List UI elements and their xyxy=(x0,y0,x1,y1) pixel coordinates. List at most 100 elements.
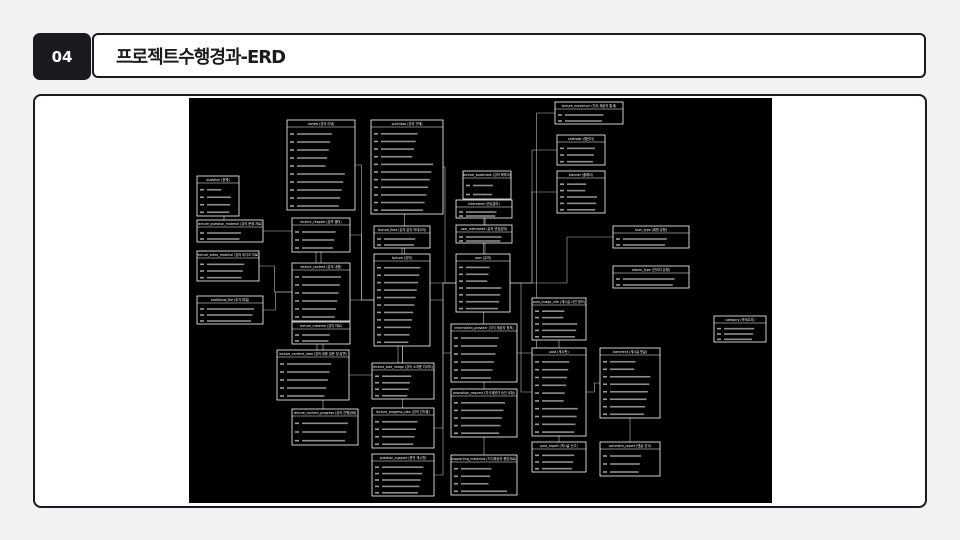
entity-title: promotion_request (지식제공자 승인 요청) xyxy=(453,390,515,395)
field-row-mark xyxy=(461,345,497,347)
field-key-mark xyxy=(290,181,294,183)
entity-title: calendar (캘린더) xyxy=(568,136,594,141)
field-key-mark xyxy=(603,471,607,473)
field-row-mark xyxy=(384,289,417,291)
field-key-mark xyxy=(374,163,378,166)
field-key-mark xyxy=(603,463,607,465)
field-row-mark xyxy=(297,173,345,175)
field-key-mark xyxy=(454,369,458,371)
field-row-mark xyxy=(207,232,241,234)
field-row-mark xyxy=(567,183,587,185)
field-row-mark xyxy=(610,455,642,457)
entity-title: purchase (강의 구매) xyxy=(392,121,423,126)
field-key-mark xyxy=(535,323,539,325)
field-row-mark xyxy=(207,238,240,240)
field-key-mark xyxy=(374,133,378,135)
field-key-mark xyxy=(535,431,539,433)
field-key-mark xyxy=(374,178,378,181)
field-key-mark xyxy=(459,280,463,282)
field-row-mark xyxy=(565,114,604,116)
erd-svg: question (문제) lecture_question_material (… xyxy=(196,101,767,497)
field-key-mark xyxy=(295,334,299,336)
field-row-mark xyxy=(384,311,414,314)
field-row-mark xyxy=(302,334,330,336)
field-key-mark xyxy=(454,432,458,434)
field-key-mark xyxy=(374,155,378,158)
field-row-mark xyxy=(542,316,564,319)
field-key-mark xyxy=(200,232,204,234)
field-key-mark xyxy=(200,238,204,240)
entity-title: lecture_progress_rate (강의 진도율) xyxy=(376,409,430,414)
entity-19: user (유저) xyxy=(455,253,511,313)
field-row-mark xyxy=(542,423,576,426)
field-key-mark xyxy=(459,273,463,276)
field-key-mark xyxy=(295,316,299,318)
field-key-mark xyxy=(603,383,607,386)
field-row-mark xyxy=(610,360,636,363)
field-row-mark xyxy=(542,336,576,338)
field-key-mark xyxy=(295,308,299,310)
field-row-mark xyxy=(461,402,505,404)
entity-10: purchase (강의 구매) xyxy=(370,119,444,215)
field-row-mark xyxy=(466,215,496,217)
field-key-mark xyxy=(454,409,458,412)
field-key-mark xyxy=(616,238,620,240)
field-key-mark xyxy=(200,263,204,266)
field-key-mark xyxy=(377,281,381,284)
field-key-mark xyxy=(377,238,381,240)
entity-32: comment_report (댓글 신고) xyxy=(599,441,661,477)
entity-box xyxy=(276,349,350,401)
entity-0: question (문제) xyxy=(196,175,240,217)
field-key-mark xyxy=(535,415,539,418)
field-key-mark xyxy=(560,147,564,150)
entity-box xyxy=(455,253,511,313)
field-row-mark xyxy=(297,189,342,191)
field-key-mark xyxy=(377,319,381,321)
field-key-mark xyxy=(454,361,458,363)
entity-31: comment (게시글 댓글) xyxy=(599,347,661,419)
field-key-mark xyxy=(717,327,721,330)
field-row-mark xyxy=(381,148,415,150)
entity-6: lecture_content (강의 내용) xyxy=(291,262,351,322)
field-row-mark xyxy=(297,157,328,159)
field-key-mark xyxy=(535,461,539,463)
field-row-mark xyxy=(384,319,412,321)
field-row-mark xyxy=(542,368,569,371)
field-key-mark xyxy=(560,202,564,205)
field-key-mark xyxy=(295,284,299,286)
field-key-mark xyxy=(295,431,299,433)
field-key-mark xyxy=(374,148,378,150)
field-key-mark xyxy=(603,360,607,363)
field-key-mark xyxy=(603,413,607,416)
field-key-mark xyxy=(454,475,458,478)
field-row-mark xyxy=(610,383,650,386)
field-row-mark xyxy=(381,155,413,158)
entity-title: question (문제) xyxy=(206,177,229,182)
entity-title: planner (플래너) xyxy=(569,172,593,177)
field-row-mark xyxy=(542,384,566,387)
erd-diagram: question (문제) lecture_question_material (… xyxy=(189,98,772,503)
field-row-mark xyxy=(461,369,493,371)
field-key-mark xyxy=(295,439,299,442)
field-key-mark xyxy=(295,300,299,302)
field-key-mark xyxy=(377,266,381,269)
entity-title: information_provider (지식 제공자 정보) xyxy=(454,325,513,330)
field-row-mark xyxy=(302,231,336,233)
field-row-mark xyxy=(466,236,502,238)
field-row-mark xyxy=(461,361,494,363)
field-row-mark xyxy=(724,327,755,330)
field-key-mark xyxy=(377,341,381,344)
field-key-mark xyxy=(295,292,299,294)
field-key-mark xyxy=(454,353,458,355)
entity-title: lecture_bookmark (강의 북마크) xyxy=(463,172,511,177)
field-row-mark xyxy=(466,266,490,269)
field-row-mark xyxy=(381,209,423,211)
field-row-mark xyxy=(542,392,565,394)
field-key-mark xyxy=(290,149,294,151)
field-row-mark xyxy=(466,273,489,276)
entity-box xyxy=(371,453,435,497)
field-key-mark xyxy=(459,211,463,213)
field-key-mark xyxy=(466,193,470,196)
field-key-mark xyxy=(377,326,381,329)
field-row-mark xyxy=(384,238,416,240)
